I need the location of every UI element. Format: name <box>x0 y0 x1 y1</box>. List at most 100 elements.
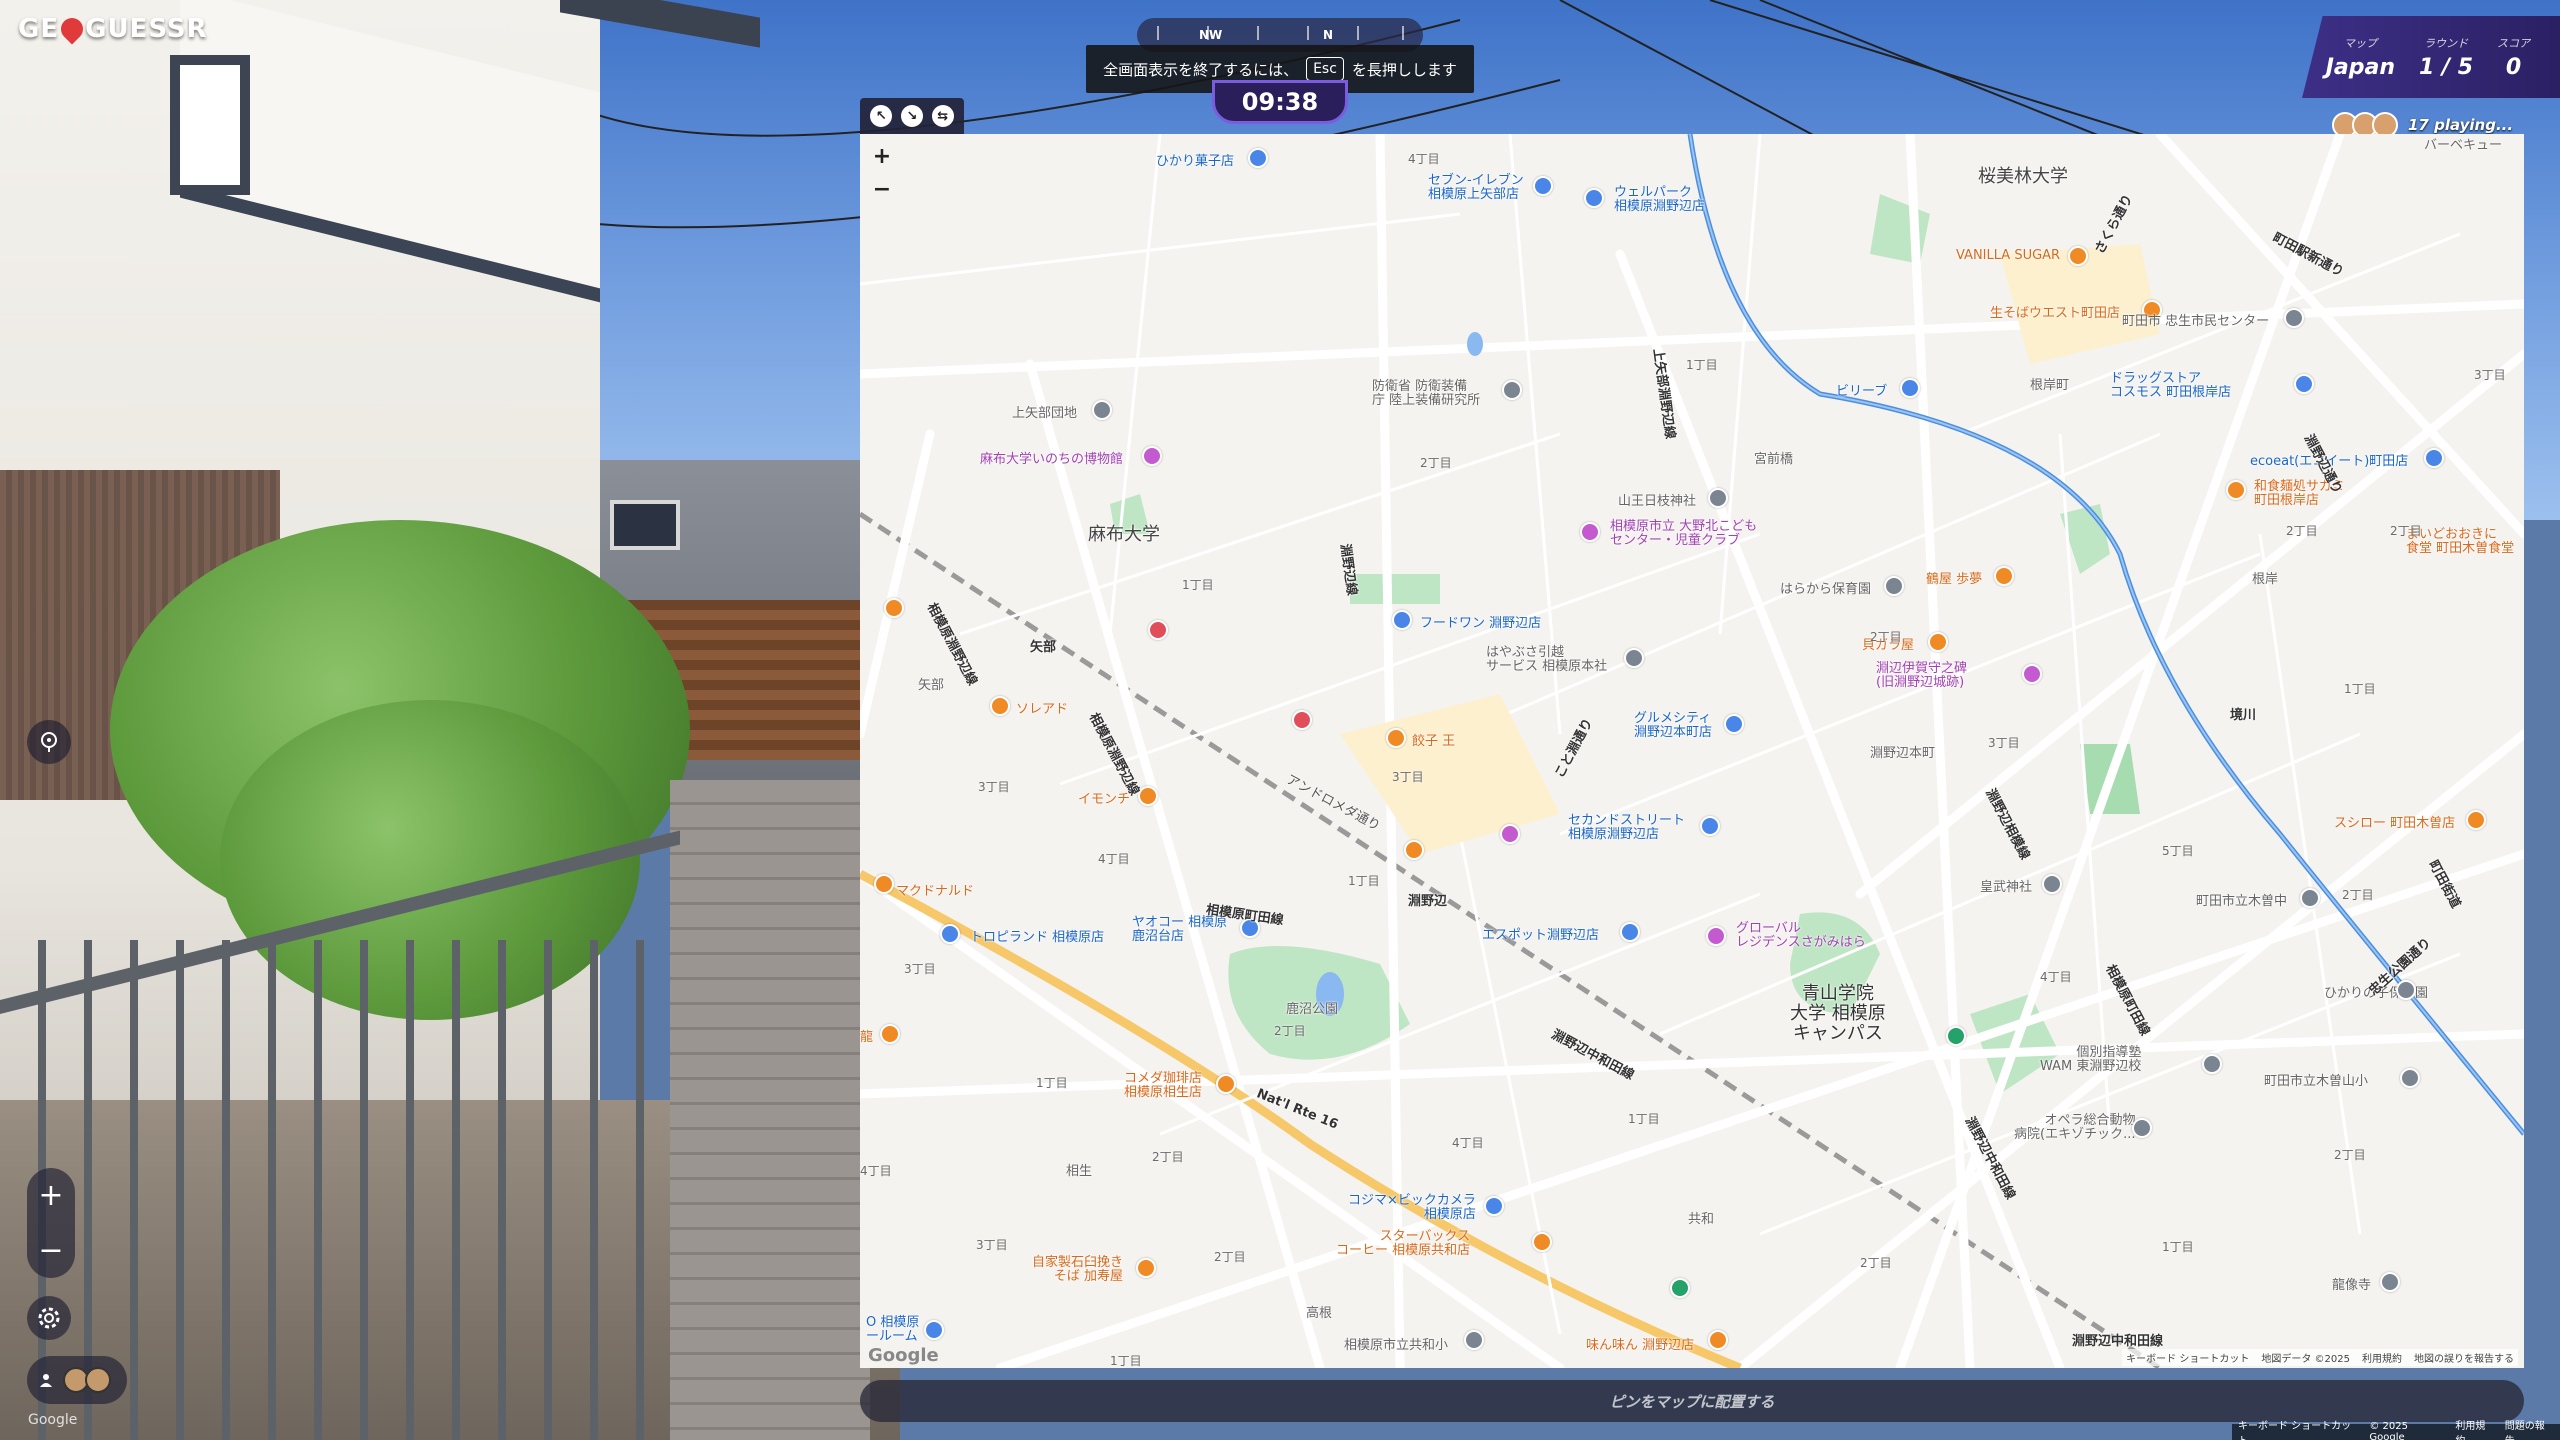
shop-icon[interactable] <box>1248 148 1268 168</box>
map-data-credit: 地図データ ©2025 <box>2261 1354 2350 1365</box>
terms-link[interactable]: 利用規約 <box>2455 1417 2494 1440</box>
restaurant-icon[interactable] <box>880 1024 900 1044</box>
restaurant-icon[interactable] <box>2466 810 2486 830</box>
map-zoom-out-button[interactable]: − <box>873 177 891 202</box>
monument-icon[interactable] <box>2022 664 2042 684</box>
shrine-icon[interactable] <box>2042 874 2062 894</box>
school-icon[interactable] <box>2300 888 2320 908</box>
map-size-shrink-button[interactable]: ↖ <box>870 105 893 127</box>
district-label: 1丁目 <box>2344 682 2376 696</box>
shop-icon[interactable] <box>1900 378 1920 398</box>
shop-icon[interactable] <box>1533 176 1553 196</box>
keyboard-shortcuts-link[interactable]: キーボード ショートカット <box>2126 1350 2249 1365</box>
restaurant-icon[interactable] <box>874 874 894 894</box>
campus-icon[interactable] <box>1946 1026 1966 1046</box>
block-wall <box>670 780 870 1440</box>
restaurant-icon[interactable] <box>1386 728 1406 748</box>
place-label: 根岸 <box>2252 572 2279 587</box>
restaurant-icon[interactable] <box>990 696 1010 716</box>
district-label: 3丁目 <box>1988 736 2020 750</box>
district-label: 3丁目 <box>904 962 936 976</box>
place-label: 矢部 <box>918 678 945 693</box>
esc-key: Esc <box>1306 57 1344 81</box>
geoguessr-logo[interactable]: GE GUESSR <box>18 13 208 45</box>
game-status-panel: マップ Japan ラウンド 1 / 5 スコア 0 <box>2302 16 2560 98</box>
museum-icon[interactable] <box>1142 446 1162 466</box>
place-pin-button[interactable]: ピンをマップに配置する <box>860 1380 2524 1422</box>
map-status: マップ Japan <box>2314 35 2407 80</box>
childcare-icon[interactable] <box>1580 522 1600 542</box>
score-status-value: 0 <box>2505 54 2522 80</box>
shop-icon[interactable] <box>1700 816 1720 836</box>
map-zoom-in-button[interactable]: + <box>873 144 891 169</box>
round-status: ラウンド 1 / 5 <box>2407 35 2485 80</box>
restaurant-icon[interactable] <box>1928 632 1948 652</box>
landmark-icon[interactable] <box>2284 308 2304 328</box>
school-icon[interactable] <box>1884 576 1904 596</box>
district-label: 1丁目 <box>1348 874 1380 888</box>
toast-text-before: 全画面表示を終了するには、 <box>1103 60 1299 79</box>
place-label: 鹿沼公園 <box>1286 1002 1339 1017</box>
shop-icon[interactable] <box>2424 448 2444 468</box>
report-error-link[interactable]: 地図の誤りを報告する <box>2414 1350 2514 1365</box>
poi-label: マクドナルド <box>896 884 975 899</box>
restaurant-icon[interactable] <box>2068 246 2088 266</box>
settings-button[interactable] <box>27 1296 71 1340</box>
hospital-icon[interactable] <box>1148 620 1168 640</box>
spectators-button[interactable] <box>27 1356 127 1404</box>
shop-icon[interactable] <box>940 924 960 944</box>
district-label: 1丁目 <box>1628 1112 1660 1126</box>
restaurant-icon[interactable] <box>1994 566 2014 586</box>
guess-map[interactable]: + − ひかり菓子店 セブン-イレブン 相模原上矢部店 ウェルパーク 相模原淵野… <box>860 134 2524 1368</box>
cafe-icon[interactable] <box>1532 1232 1552 1252</box>
shop-icon[interactable] <box>2294 374 2314 394</box>
shop-icon[interactable] <box>1392 610 1412 630</box>
shop-icon[interactable] <box>924 1320 944 1340</box>
street-zoom-out-button[interactable]: − <box>38 1233 63 1268</box>
landmark-icon[interactable] <box>1502 380 1522 400</box>
place-label: 青山学院 大学 相模原 キャンパス <box>1790 983 1886 1044</box>
shop-icon[interactable] <box>1584 188 1604 208</box>
poi-label: はらから保育園 <box>1780 582 1872 597</box>
restaurant-icon[interactable] <box>1404 840 1424 860</box>
district-label: 2丁目 <box>1420 456 1452 470</box>
restaurant-icon[interactable] <box>1136 1258 1156 1278</box>
shopping-icon[interactable] <box>1500 824 1520 844</box>
temple-icon[interactable] <box>2380 1272 2400 1292</box>
report-problem-link[interactable]: 問題の報告 <box>2505 1417 2554 1440</box>
keyboard-shortcuts-link[interactable]: キーボード ショートカット <box>2238 1417 2359 1440</box>
score-status-label: スコア <box>2497 36 2530 50</box>
cafe-icon[interactable] <box>1216 1074 1236 1094</box>
restaurant-icon[interactable] <box>1708 1330 1728 1350</box>
landmark-icon[interactable] <box>1092 400 1112 420</box>
school-icon[interactable] <box>1464 1330 1484 1350</box>
shrine-icon[interactable] <box>1708 488 1728 508</box>
map-size-grow-button[interactable]: ↘ <box>900 105 923 127</box>
vet-icon[interactable] <box>2132 1118 2152 1138</box>
terms-link[interactable]: 利用規約 <box>2362 1350 2402 1365</box>
poi-label: 町田市立木曽山小 <box>2264 1074 2369 1089</box>
poi-label: イモンチ <box>1078 792 1131 807</box>
location-pin-icon <box>56 13 88 45</box>
return-to-start-button[interactable] <box>27 720 71 764</box>
score-status: スコア 0 <box>2485 35 2542 80</box>
hospital-icon[interactable] <box>1292 710 1312 730</box>
district-label: 3丁目 <box>976 1238 1008 1252</box>
park-icon[interactable] <box>1670 1278 1690 1298</box>
school-icon[interactable] <box>2400 1068 2420 1088</box>
restaurant-icon[interactable] <box>2226 480 2246 500</box>
shop-icon[interactable] <box>1724 714 1744 734</box>
school-icon[interactable] <box>2396 980 2416 1000</box>
shop-icon[interactable] <box>1620 922 1640 942</box>
poi-label: O 相模原 ールーム <box>866 1315 920 1344</box>
poi-label: 防衛省 防衛装備 庁 陸上装備研究所 <box>1372 379 1481 408</box>
poi-label: フードワン 淵野辺店 <box>1420 616 1542 631</box>
school-icon[interactable] <box>2202 1054 2222 1074</box>
street-zoom-in-button[interactable]: + <box>38 1178 63 1213</box>
shop-icon[interactable] <box>1484 1196 1504 1216</box>
district-label: 1丁目 <box>1182 578 1214 592</box>
map-pin-toggle-button[interactable]: ⇆ <box>931 105 954 127</box>
restaurant-icon[interactable] <box>884 598 904 618</box>
shopping-icon[interactable] <box>1706 926 1726 946</box>
landmark-icon[interactable] <box>1624 648 1644 668</box>
